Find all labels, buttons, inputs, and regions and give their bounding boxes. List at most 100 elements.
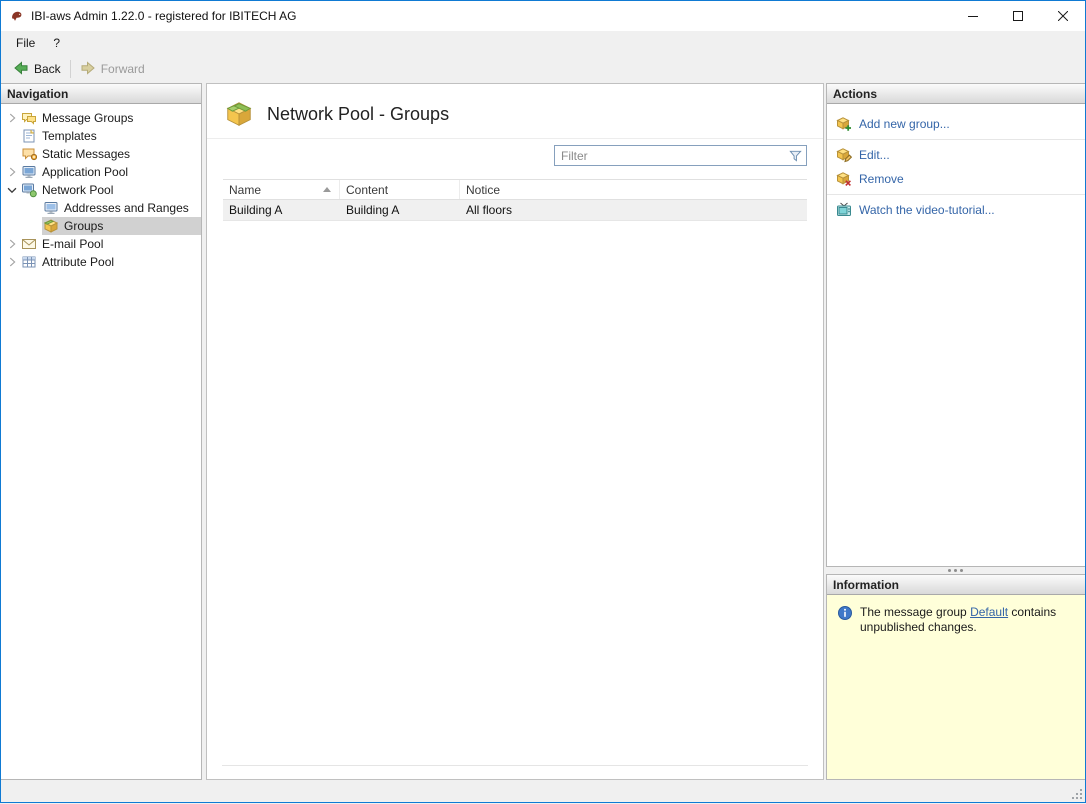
sidebar-item-network-pool[interactable]: Network Pool xyxy=(1,181,201,199)
chevron-placeholder xyxy=(26,200,42,216)
tv-icon xyxy=(836,202,852,218)
default-group-link[interactable]: Default xyxy=(970,605,1008,619)
menu-help[interactable]: ? xyxy=(44,33,69,53)
back-button[interactable]: Back xyxy=(7,58,67,81)
column-header-notice[interactable]: Notice xyxy=(460,180,807,199)
sidebar-item-label: E-mail Pool xyxy=(42,237,104,251)
network-pool-icon xyxy=(21,182,37,198)
app-window: IBI-aws Admin 1.22.0 - registered for IB… xyxy=(0,0,1086,803)
sidebar-item-groups[interactable]: Groups xyxy=(1,217,201,235)
remove-label: Remove xyxy=(859,172,904,186)
window-title: IBI-aws Admin 1.22.0 - registered for IB… xyxy=(31,9,297,23)
message-groups-icon xyxy=(21,110,37,126)
forward-label: Forward xyxy=(100,62,145,76)
sidebar-item-email-pool[interactable]: E-mail Pool xyxy=(1,235,201,253)
chevron-right-icon[interactable] xyxy=(4,254,20,270)
info-text-before: The message group xyxy=(860,605,971,619)
forward-button[interactable]: Forward xyxy=(74,58,151,81)
navigation-tree: Message Groups Templates Static Messages… xyxy=(1,104,201,271)
back-arrow-icon xyxy=(13,60,29,79)
add-new-group-label: Add new group... xyxy=(859,117,950,131)
sidebar-item-label: Templates xyxy=(42,129,97,143)
navigation-header: Navigation xyxy=(1,84,201,104)
information-panel: Information The message group Default co… xyxy=(826,574,1085,780)
groups-icon xyxy=(43,218,59,234)
addresses-and-ranges-icon xyxy=(43,200,59,216)
filter-input[interactable] xyxy=(554,145,807,166)
sidebar-item-static-messages[interactable]: Static Messages xyxy=(1,145,201,163)
sidebar-item-addresses-and-ranges[interactable]: Addresses and Ranges xyxy=(1,199,201,217)
cell-name: Building A xyxy=(229,203,283,217)
video-tutorial-label: Watch the video-tutorial... xyxy=(859,203,995,217)
minimize-button[interactable] xyxy=(950,1,995,31)
table-bottom-border xyxy=(222,765,808,766)
page-title-block: Network Pool - Groups xyxy=(207,84,823,138)
sidebar-item-label: Message Groups xyxy=(42,111,134,125)
cell-content: Building A xyxy=(346,203,400,217)
menu-file[interactable]: File xyxy=(7,33,44,53)
sidebar-item-label: Static Messages xyxy=(42,147,131,161)
actions-separator xyxy=(827,139,1085,140)
static-messages-icon xyxy=(21,146,38,162)
edit-button[interactable]: Edit... xyxy=(827,143,1085,167)
right-panel: Actions Add new group... Edit... Remove … xyxy=(826,83,1085,780)
back-label: Back xyxy=(34,62,61,76)
video-tutorial-link[interactable]: Watch the video-tutorial... xyxy=(827,198,1085,222)
sidebar-item-templates[interactable]: Templates xyxy=(1,127,201,145)
sidebar-item-label: Addresses and Ranges xyxy=(64,201,189,215)
chevron-right-icon[interactable] xyxy=(4,164,20,180)
templates-icon xyxy=(21,128,37,144)
chevron-placeholder xyxy=(4,128,20,144)
attribute-pool-icon xyxy=(21,254,37,270)
title-bar: IBI-aws Admin 1.22.0 - registered for IB… xyxy=(1,1,1085,31)
main-panel: Network Pool - Groups Name xyxy=(206,83,824,780)
maximize-button[interactable] xyxy=(995,1,1040,31)
resize-grip[interactable] xyxy=(1070,787,1084,801)
actions-panel: Actions Add new group... Edit... Remove … xyxy=(826,83,1085,567)
groups-large-icon xyxy=(224,99,254,129)
toolbar: Back Forward xyxy=(1,55,1085,83)
sidebar-item-message-groups[interactable]: Message Groups xyxy=(1,109,201,127)
add-new-group-button[interactable]: Add new group... xyxy=(827,112,1085,136)
email-pool-icon xyxy=(21,236,37,252)
add-group-icon xyxy=(836,116,852,132)
chevron-right-icon[interactable] xyxy=(4,236,20,252)
app-logo-icon[interactable] xyxy=(9,8,25,24)
chevron-placeholder xyxy=(26,218,42,234)
table-row[interactable]: Building A Building A All floors xyxy=(223,200,807,221)
sidebar-item-label: Attribute Pool xyxy=(42,255,115,269)
column-header-content[interactable]: Content xyxy=(340,180,460,199)
chevron-down-icon[interactable] xyxy=(4,182,20,198)
sidebar-item-label: Groups xyxy=(64,219,104,233)
information-header: Information xyxy=(827,575,1085,595)
information-message: The message group Default contains unpub… xyxy=(827,595,1085,635)
menu-bar: File ? xyxy=(1,31,1085,55)
filter-row xyxy=(207,139,823,173)
sidebar-item-label: Network Pool xyxy=(42,183,114,197)
close-button[interactable] xyxy=(1040,1,1085,31)
cell-notice: All floors xyxy=(466,203,513,217)
chevron-right-icon[interactable] xyxy=(4,110,20,126)
info-icon xyxy=(837,605,853,621)
sidebar-item-label: Application Pool xyxy=(42,165,129,179)
chevron-placeholder xyxy=(4,146,20,162)
actions-separator xyxy=(827,194,1085,195)
sidebar-item-application-pool[interactable]: Application Pool xyxy=(1,163,201,181)
groups-table: Name Content Notice Building A Building … xyxy=(223,179,807,221)
panel-splitter-handle[interactable] xyxy=(826,567,1085,574)
status-bar xyxy=(1,780,1085,802)
toolbar-separator xyxy=(69,60,71,78)
column-header-name[interactable]: Name xyxy=(223,180,340,199)
filter-funnel-icon[interactable] xyxy=(788,148,803,163)
application-pool-icon xyxy=(21,164,37,180)
navigation-panel: Navigation Message Groups Templates Stat… xyxy=(1,83,202,780)
remove-group-icon xyxy=(836,171,852,187)
table-header-row: Name Content Notice xyxy=(223,179,807,200)
page-title: Network Pool - Groups xyxy=(267,103,450,124)
workspace: Navigation Message Groups Templates Stat… xyxy=(1,83,1085,780)
sidebar-item-attribute-pool[interactable]: Attribute Pool xyxy=(1,253,201,271)
remove-button[interactable]: Remove xyxy=(827,167,1085,191)
sort-ascending-icon xyxy=(323,187,331,192)
edit-group-icon xyxy=(836,147,853,163)
actions-header: Actions xyxy=(827,84,1085,104)
